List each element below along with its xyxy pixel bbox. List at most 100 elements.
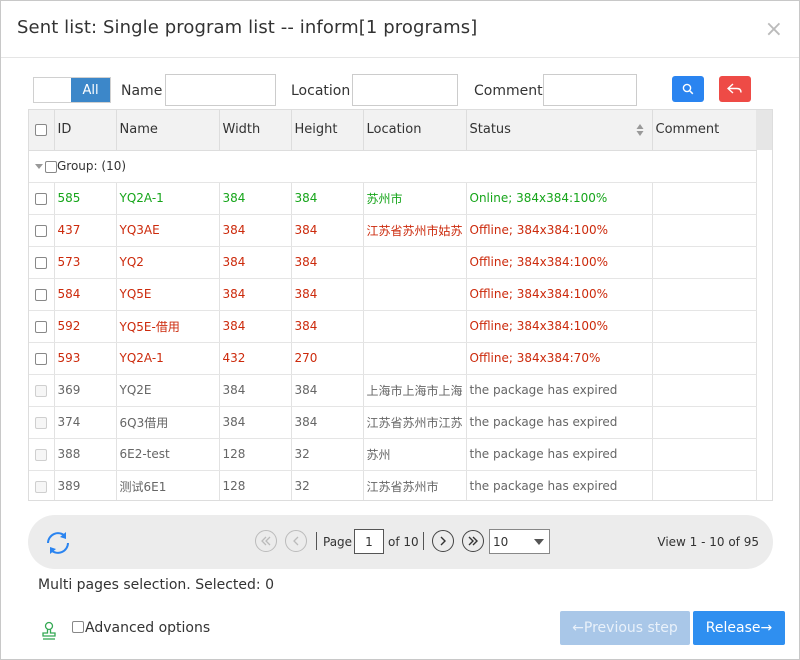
cell-name: YQ5E	[116, 278, 220, 311]
cell-location: 上海市上海市上海	[363, 374, 467, 407]
cell-width: 384	[219, 310, 292, 343]
column-name[interactable]: Name	[116, 110, 220, 151]
filter-toggle-off[interactable]	[34, 78, 71, 102]
previous-step-button[interactable]: ←Previous step	[560, 611, 690, 645]
advanced-options-checkbox[interactable]	[72, 621, 84, 633]
prev-page-button[interactable]	[285, 530, 307, 552]
page-label: Page	[323, 535, 353, 549]
cell-id: 389	[54, 470, 117, 500]
cell-comment	[652, 342, 757, 375]
row-select-cell[interactable]	[29, 470, 55, 500]
double-chevron-left-icon	[261, 536, 271, 546]
expand-triangle-icon[interactable]	[35, 164, 43, 169]
cell-name: YQ2	[116, 246, 220, 279]
row-checkbox[interactable]	[35, 288, 48, 301]
cell-id: 592	[54, 310, 117, 343]
sent-list-dialog: Sent list: Single program list -- inform…	[0, 0, 800, 660]
row-select-cell[interactable]	[29, 342, 55, 375]
row-select-cell[interactable]	[29, 310, 55, 343]
cell-id: 593	[54, 342, 117, 375]
filter-toggle[interactable]: All	[33, 77, 111, 103]
name-input[interactable]	[165, 74, 276, 106]
row-select-cell[interactable]	[29, 278, 55, 311]
table-row[interactable]: 389 测试6E1 128 32 江苏省苏州市 the package has expir…	[29, 470, 757, 500]
group-row[interactable]: Group: (10)	[29, 150, 757, 183]
cell-comment	[652, 278, 757, 311]
release-button[interactable]: Release→	[693, 611, 785, 645]
first-page-button[interactable]	[255, 530, 277, 552]
table-row[interactable]: 593 YQ2A-1 432 270 Offline; 384x384:70%	[29, 342, 757, 375]
search-button[interactable]	[672, 76, 704, 102]
cell-width: 384	[219, 182, 292, 215]
column-status[interactable]: Status	[466, 110, 653, 151]
view-range: View 1 - 10 of 95	[657, 535, 759, 549]
page-count: of 10	[388, 535, 419, 549]
cell-width: 384	[219, 278, 292, 311]
row-select-cell[interactable]	[29, 182, 55, 215]
row-select-cell[interactable]	[29, 214, 55, 247]
table-row[interactable]: 369 YQ2E 384 384 上海市上海市上海 the package has exp…	[29, 374, 757, 407]
cell-name: YQ2A-1	[116, 182, 220, 215]
cell-id: 584	[54, 278, 117, 311]
row-checkbox[interactable]	[35, 224, 48, 237]
advanced-options-label[interactable]: Advanced options	[85, 620, 210, 636]
cell-comment	[652, 214, 757, 247]
table-row[interactable]: 374 6Q3借用 384 384 江苏省苏州市江苏 the package has ex…	[29, 406, 757, 439]
cell-status: Online; 384x384:100%	[466, 182, 653, 215]
cell-location	[363, 310, 467, 343]
pager-divider	[423, 532, 424, 550]
page-input[interactable]: 1	[354, 529, 384, 554]
table-row[interactable]: 585 YQ2A-1 384 384 苏州市 Online; 384x384:100%	[29, 182, 757, 215]
cell-height: 384	[291, 246, 364, 279]
row-checkbox	[35, 480, 48, 493]
table-row[interactable]: 573 YQ2 384 384 Offline; 384x384:100%	[29, 246, 757, 279]
row-checkbox[interactable]	[35, 320, 48, 333]
cell-status: the package has expired	[466, 438, 653, 471]
row-checkbox[interactable]	[35, 192, 48, 205]
location-input[interactable]	[352, 74, 458, 106]
stamp-icon[interactable]	[41, 621, 57, 645]
comment-label: Comment	[474, 83, 543, 99]
filter-toolbar: All Name Location Comment	[33, 73, 763, 107]
refresh-button[interactable]	[44, 530, 72, 560]
next-page-button[interactable]	[432, 530, 454, 552]
program-grid: ID Name Width Height Location Status Com…	[28, 109, 773, 501]
column-id[interactable]: ID	[54, 110, 117, 151]
program-table: ID Name Width Height Location Status Com…	[29, 110, 757, 500]
close-icon[interactable]: ×	[765, 19, 783, 41]
chevron-left-icon	[293, 536, 299, 546]
comment-input[interactable]	[543, 74, 637, 106]
table-row[interactable]: 584 YQ5E 384 384 Offline; 384x384:100%	[29, 278, 757, 311]
row-select-cell[interactable]	[29, 374, 55, 407]
cell-status: the package has expired	[466, 470, 653, 500]
page-size-select[interactable]: 10	[489, 529, 550, 554]
column-location[interactable]: Location	[363, 110, 467, 151]
sort-icon[interactable]	[636, 123, 644, 137]
table-row[interactable]: 592 YQ5E-借用 384 384 Offline; 384x384:100%	[29, 310, 757, 343]
cell-location	[363, 278, 467, 311]
column-width[interactable]: Width	[219, 110, 292, 151]
cell-name: YQ5E-借用	[116, 310, 220, 343]
filter-all-button[interactable]: All	[71, 78, 110, 102]
group-checkbox[interactable]	[45, 160, 57, 173]
last-page-button[interactable]	[462, 530, 484, 552]
column-height[interactable]: Height	[291, 110, 364, 151]
row-checkbox[interactable]	[35, 256, 48, 269]
table-row[interactable]: 437 YQ3AE 384 384 江苏省苏州市姑苏 Offline; 384x384:1…	[29, 214, 757, 247]
column-status-label: Status	[469, 122, 511, 138]
select-all-checkbox[interactable]	[35, 123, 48, 136]
cell-location	[363, 246, 467, 279]
pager-bar: Page 1 of 10 10 View 1 - 10 of 95	[28, 515, 773, 569]
row-select-cell[interactable]	[29, 438, 55, 471]
reset-button[interactable]	[719, 76, 751, 102]
row-select-cell[interactable]	[29, 406, 55, 439]
column-comment[interactable]: Comment	[652, 110, 757, 151]
cell-name: 测试6E1	[116, 470, 220, 500]
row-checkbox[interactable]	[35, 352, 48, 365]
cell-location	[363, 342, 467, 375]
cell-location: 苏州	[363, 438, 467, 471]
table-row[interactable]: 388 6E2-test 128 32 苏州 the package has expire…	[29, 438, 757, 471]
row-select-cell[interactable]	[29, 246, 55, 279]
group-label: Group: (10)	[57, 159, 127, 173]
header-select-all[interactable]	[29, 110, 55, 151]
